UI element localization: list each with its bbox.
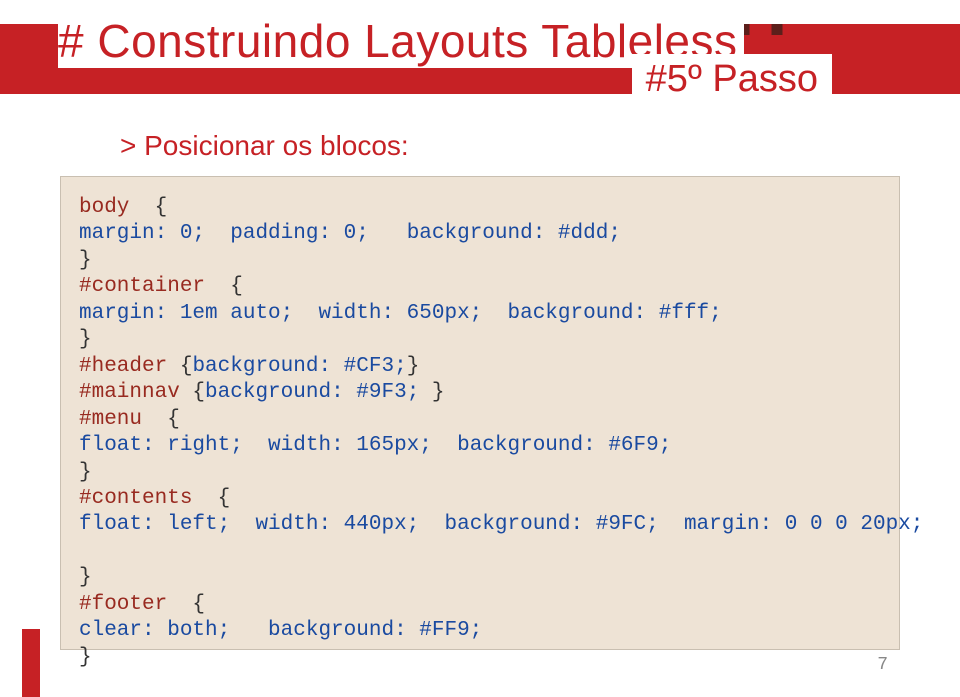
section-heading: > Posicionar os blocos: [120,130,409,162]
dot-icon [772,24,783,35]
code-content: body { margin: 0; padding: 0; background… [79,195,881,671]
code-block: body { margin: 0; padding: 0; background… [60,176,900,650]
left-accent-bar [22,629,40,697]
slide: # Construindo Layouts Tableless #5º Pass… [0,0,960,697]
page-number: 7 [877,655,888,675]
step-badge: #5º Passo [632,54,832,105]
